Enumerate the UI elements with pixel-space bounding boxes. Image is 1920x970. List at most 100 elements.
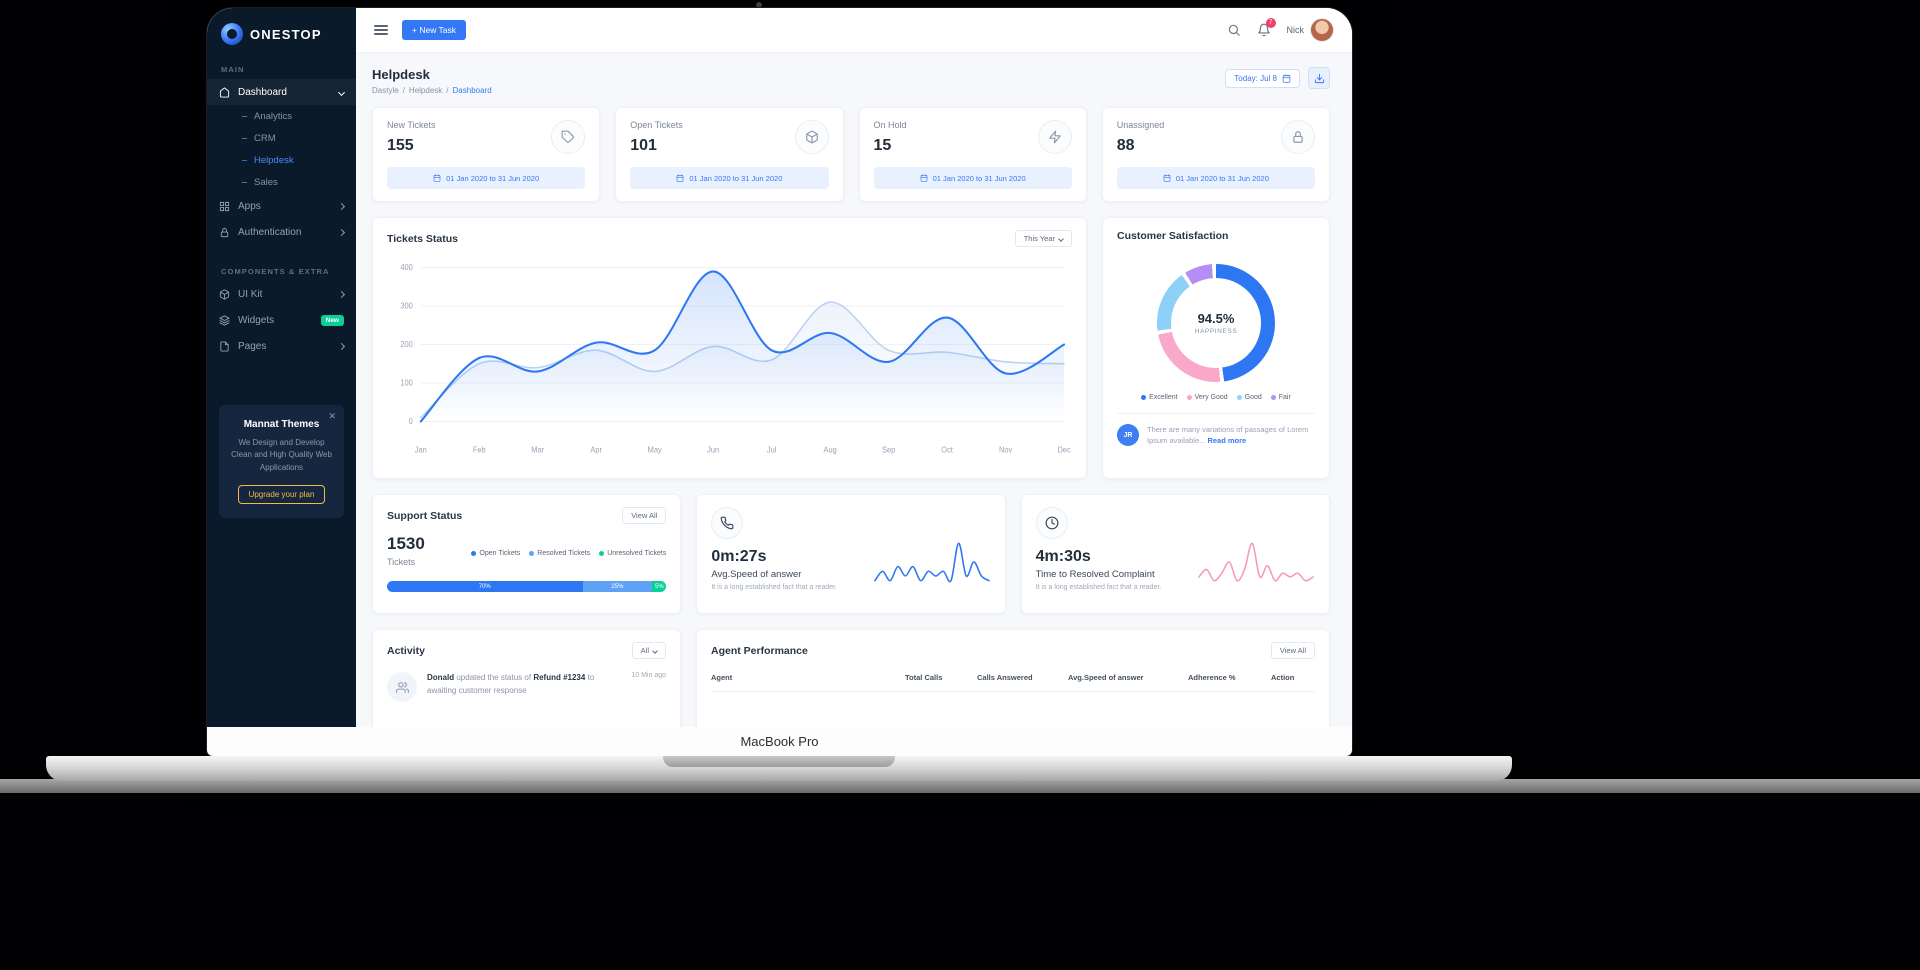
dash-icon	[242, 159, 247, 161]
activity-object: Refund #1234	[533, 673, 586, 682]
activity-filter-dropdown[interactable]: All	[631, 642, 666, 659]
sidebar-item-widgets[interactable]: Widgets New	[207, 307, 356, 333]
svg-text:100: 100	[400, 378, 412, 387]
date-range-label: 01 Jan 2020 to 31 Jun 2020	[932, 173, 1026, 183]
today-date-button[interactable]: Today: Jul 8	[1225, 68, 1300, 88]
legend-item: Very Good	[1186, 394, 1228, 401]
upgrade-plan-button[interactable]: Upgrade your plan	[237, 485, 326, 505]
sidebar: ONESTOP MAIN Dashboard Analytics CRM Hel…	[207, 8, 356, 727]
legend-item: Fair	[1270, 394, 1291, 401]
support-legend: Open Tickets Resolved Tickets Unresolved T…	[471, 534, 666, 567]
sub-item-label: Helpdesk	[254, 154, 294, 166]
card-title: Tickets Status	[387, 232, 459, 245]
year-filter-dropdown[interactable]: This Year	[1014, 230, 1072, 247]
activity-card: Activity All Donald updated the status o…	[372, 629, 681, 727]
sidebar-item-label: Pages	[238, 340, 267, 352]
layers-icon	[219, 314, 230, 326]
sidebar-item-analytics[interactable]: Analytics	[207, 105, 356, 127]
card-title: Support Status	[387, 509, 463, 522]
date-range-pill[interactable]: 01 Jan 2020 to 31 Jun 2020	[630, 167, 829, 189]
chevron-right-icon	[337, 290, 346, 298]
lock-icon	[220, 227, 229, 237]
customer-satisfaction-card: Customer Satisfaction 94.5% HAPPINESS Ex…	[1102, 217, 1330, 479]
close-icon[interactable]: ✕	[328, 411, 336, 422]
stat-label: Open Tickets	[630, 120, 683, 130]
sidebar-item-authentication[interactable]: Authentication	[207, 219, 356, 245]
logo[interactable]: ONESTOP	[207, 8, 356, 55]
dashboard-app: ONESTOP MAIN Dashboard Analytics CRM Hel…	[207, 8, 1352, 727]
sidebar-item-sales[interactable]: Sales	[207, 171, 356, 193]
user-avatar	[1310, 18, 1334, 42]
sidebar-item-apps[interactable]: Apps	[207, 193, 356, 219]
new-task-button[interactable]: + New Task	[402, 20, 467, 40]
sidebar-item-label: Widgets	[238, 314, 275, 326]
legend-item: Unresolved Tickets	[599, 540, 666, 567]
calendar-icon	[1163, 174, 1171, 182]
tag-icon	[551, 120, 586, 154]
progress-segment: 5%	[652, 581, 667, 592]
view-all-button[interactable]: View All	[1270, 642, 1315, 659]
promo-card: ✕ Mannat Themes We Design and Develop Cl…	[219, 405, 344, 519]
activity-action: updated the status of	[456, 673, 532, 682]
sub-item-label: Analytics	[254, 110, 293, 122]
topbar: + New Task 7 Nick	[356, 8, 1352, 53]
sidebar-item-label: Apps	[238, 200, 261, 212]
package-icon	[794, 120, 829, 154]
date-range-pill[interactable]: 01 Jan 2020 to 31 Jun 2020	[387, 167, 586, 189]
read-more-link[interactable]: Read more	[1207, 436, 1246, 445]
search-icon[interactable]	[1227, 23, 1241, 37]
svg-text:Mar: Mar	[531, 446, 544, 455]
satisfaction-note: There are many variations of passages of…	[1147, 424, 1315, 447]
date-range-pill[interactable]: 01 Jan 2020 to 31 Jun 2020	[873, 167, 1072, 189]
dash-icon	[242, 115, 247, 117]
download-button[interactable]	[1308, 67, 1330, 89]
chevron-down-icon	[652, 647, 658, 654]
sidebar-item-dashboard[interactable]: Dashboard	[207, 79, 356, 105]
sub-item-label: Sales	[254, 176, 278, 188]
svg-text:Nov: Nov	[999, 446, 1012, 455]
svg-text:Jun: Jun	[707, 446, 719, 455]
dash-icon	[242, 137, 247, 139]
tickets-total: 1530	[387, 534, 425, 553]
menu-toggle-icon[interactable]	[374, 22, 388, 37]
sidebar-item-crm[interactable]: CRM	[207, 127, 356, 149]
sidebar-item-ui-kit[interactable]: UI Kit	[207, 281, 356, 307]
chevron-right-icon	[337, 342, 346, 350]
calendar-icon	[677, 174, 684, 182]
breadcrumb-item-current: Dashboard	[452, 86, 492, 95]
promo-title: Mannat Themes	[243, 419, 320, 430]
agent-performance-card: Agent Performance View All Agent Total C…	[696, 629, 1330, 727]
happiness-caption: HAPPINESS	[1194, 328, 1238, 335]
view-all-button[interactable]: View All	[622, 507, 667, 524]
stat-value: 88	[1116, 137, 1135, 154]
promo-description: We Design and Develop Clean and High Qua…	[231, 438, 332, 472]
calendar-icon	[920, 174, 927, 182]
breadcrumb-item[interactable]: Dastyle	[372, 86, 399, 95]
page-title: Helpdesk	[372, 67, 430, 82]
clock-icon	[1035, 507, 1068, 539]
date-range-pill[interactable]: 01 Jan 2020 to 31 Jun 2020	[1116, 167, 1315, 189]
calendar-icon	[1282, 73, 1291, 83]
section-label-components: COMPONENTS & EXTRA	[221, 267, 330, 276]
sidebar-item-helpdesk[interactable]: Helpdesk	[207, 149, 356, 171]
user-menu[interactable]: Nick	[1287, 18, 1334, 42]
lock-icon	[1281, 120, 1315, 154]
breadcrumb: Dastyle / Helpdesk / Dashboard	[372, 86, 492, 95]
laptop-frame: ONESTOP MAIN Dashboard Analytics CRM Hel…	[207, 8, 1352, 756]
activity-time: 10 Min ago	[631, 672, 666, 679]
card-title: Agent Performance	[711, 644, 808, 657]
card-title: Activity	[387, 644, 425, 657]
satisfaction-donut-chart: 94.5% HAPPINESS	[1157, 264, 1275, 382]
svg-text:300: 300	[400, 301, 412, 310]
column-header: Calls Answered	[977, 673, 1033, 682]
grid-icon	[219, 201, 230, 211]
activity-list-item[interactable]: Donald updated the status of Refund #123…	[387, 672, 666, 702]
breadcrumb-item[interactable]: Helpdesk	[409, 86, 442, 95]
home-icon	[219, 86, 230, 98]
activity-text: Donald updated the status of Refund #123…	[427, 672, 621, 702]
laptop-base-notch	[663, 756, 895, 767]
bell-icon[interactable]: 7	[1257, 18, 1276, 37]
sidebar-item-pages[interactable]: Pages	[207, 333, 356, 359]
sidebar-item-label: UI Kit	[238, 288, 263, 300]
calendar-icon	[433, 174, 441, 182]
